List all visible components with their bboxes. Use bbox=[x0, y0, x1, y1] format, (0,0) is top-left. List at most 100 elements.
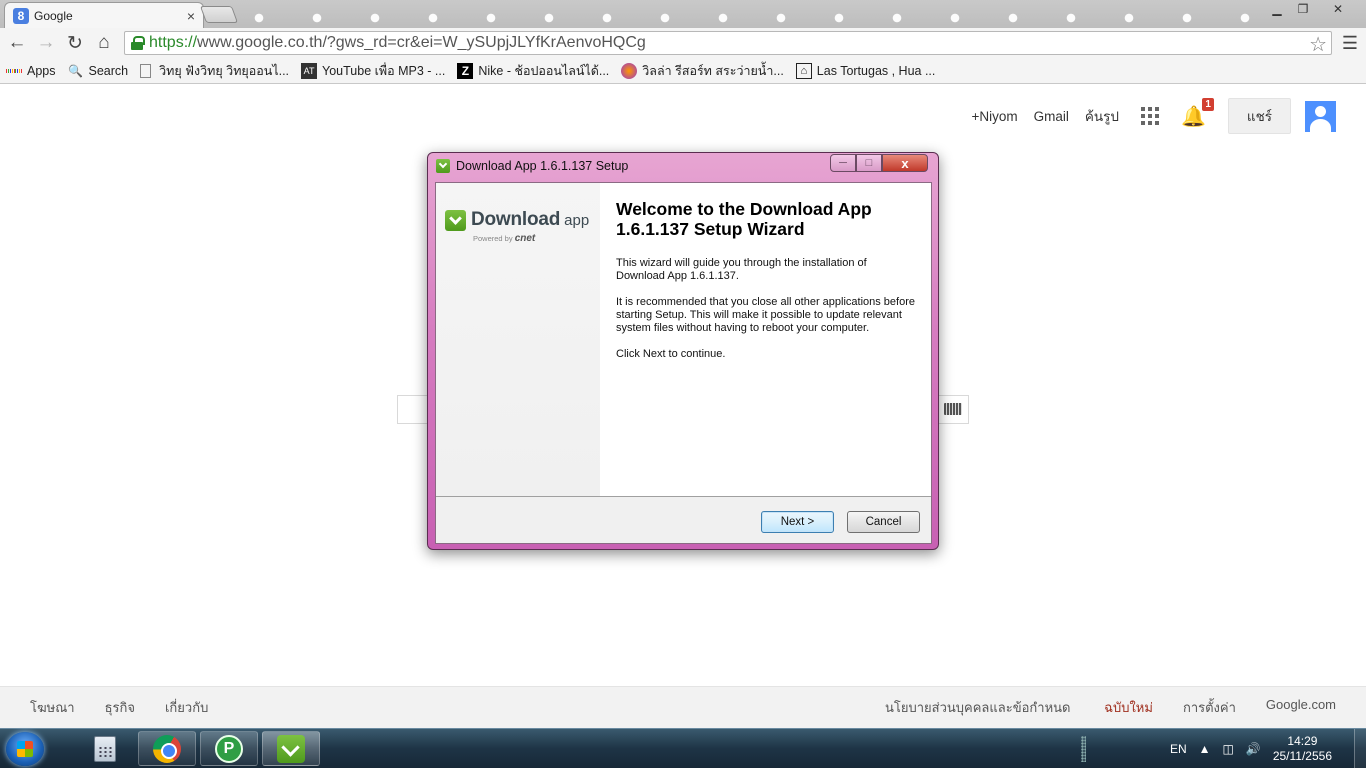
footer-about-link[interactable]: เกี่ยวกับ bbox=[165, 697, 208, 718]
bookmark-search[interactable]: 🔍 Search bbox=[68, 63, 129, 79]
show-desktop-button[interactable] bbox=[1354, 729, 1366, 768]
url-text: www.google.co.th/?gws_rd=cr&ei=W_ySUpjJL… bbox=[197, 34, 646, 51]
bookmark-radio[interactable]: วิทยุ ฟังวิทยุ วิทยุออนไ... bbox=[140, 61, 289, 81]
footer-privacy-text: นโยบายส่วนบุคคลและข้อกำหนด bbox=[884, 700, 1071, 715]
dialog-close-button[interactable]: x bbox=[882, 154, 928, 172]
minimize-window-button[interactable]: ▁ bbox=[1264, 0, 1290, 17]
tab-title: Google bbox=[34, 8, 73, 23]
footer-business-link[interactable]: ธุรกิจ bbox=[105, 697, 135, 718]
google-footer: โฆษณา ธุรกิจ เกี่ยวกับ นโยบายส่วนบุคคลแล… bbox=[0, 686, 1366, 728]
setup-wizard-dialog: Download App 1.6.1.137 Setup ─ □ x Downl… bbox=[427, 152, 939, 550]
tab-close-icon[interactable]: × bbox=[187, 8, 195, 24]
wizard-paragraph-3: Click Next to continue. bbox=[616, 348, 726, 360]
powered-by-text: Powered by bbox=[473, 234, 513, 243]
cnet-brand: cnet bbox=[514, 233, 536, 244]
download-app-icon bbox=[436, 159, 450, 173]
avatar[interactable] bbox=[1305, 100, 1336, 132]
bookmark-apps[interactable]: Apps bbox=[6, 63, 56, 79]
footer-settings-link[interactable]: การตั้งค่า bbox=[1183, 697, 1236, 718]
back-arrow-icon[interactable]: ← bbox=[5, 32, 29, 54]
apps-launcher-icon[interactable] bbox=[1140, 107, 1159, 125]
show-hidden-icons-icon[interactable]: ▲ bbox=[1199, 742, 1211, 756]
bookmark-las-tortugas[interactable]: ⌂ Las Tortugas , Hua ... bbox=[795, 62, 936, 79]
system-tray: EN ▲ ◫ 🔊 14:29 25/11/2556 bbox=[1080, 729, 1366, 768]
home-icon[interactable]: ⌂ bbox=[92, 32, 116, 54]
bookmark-star-icon[interactable]: ☆ bbox=[1309, 32, 1327, 57]
dialog-minimize-button[interactable]: ─ bbox=[830, 154, 856, 172]
dialog-title: Download App 1.6.1.137 Setup bbox=[456, 159, 629, 173]
download-app-taskbar-icon bbox=[277, 734, 305, 763]
next-button[interactable]: Next > bbox=[761, 511, 834, 533]
bookmark-nike[interactable]: Z Nike - ช้อปออนไลน์ได้... bbox=[457, 61, 609, 81]
reload-icon[interactable]: ↻ bbox=[63, 32, 87, 54]
clock-time: 14:29 bbox=[1287, 734, 1318, 748]
network-icon[interactable]: ◫ bbox=[1223, 742, 1234, 756]
bookmark-label: Search bbox=[88, 63, 129, 78]
notifications-bell-icon[interactable]: 🔔 1 bbox=[1181, 97, 1214, 129]
taskbar-download-app[interactable] bbox=[262, 731, 320, 766]
taskbar-chrome[interactable] bbox=[138, 731, 196, 766]
maximize-window-button[interactable]: ❐ bbox=[1290, 0, 1316, 17]
dialog-client-area: Download app Powered by cnet Welcome to … bbox=[435, 182, 932, 544]
bookmark-label: Nike - ช้อปออนไลน์ได้... bbox=[478, 63, 610, 78]
wizard-button-bar: Next > Cancel bbox=[436, 497, 931, 543]
logo-app: app bbox=[564, 211, 590, 229]
footer-privacy-link[interactable]: นโยบายส่วนบุคคลและข้อกำหนด ฉบับใหม่ bbox=[855, 697, 1153, 718]
bookmark-label: วิทยุ ฟังวิทยุ วิทยุออนไ... bbox=[159, 63, 290, 78]
volume-icon[interactable]: 🔊 bbox=[1246, 742, 1261, 756]
bookmark-label: Las Tortugas , Hua ... bbox=[816, 63, 936, 78]
language-indicator[interactable]: EN bbox=[1170, 742, 1187, 756]
wizard-side-panel: Download app Powered by cnet bbox=[436, 183, 600, 496]
bookmark-villa[interactable]: วิลล่า รีสอร์ท สระว่ายน้ำ... bbox=[621, 61, 784, 81]
logo-word: Download bbox=[471, 209, 561, 230]
browser-tab-strip: 8 Google × ▁ ❐ ✕ bbox=[0, 0, 1366, 28]
download-logo-icon bbox=[445, 209, 466, 231]
google-favicon-icon: 8 bbox=[13, 7, 29, 24]
taskbar-calculator[interactable] bbox=[76, 731, 134, 766]
windows-taskbar: P EN ▲ ◫ 🔊 14:29 25/11/2556 bbox=[0, 728, 1366, 768]
start-button[interactable] bbox=[6, 732, 44, 766]
bookmark-youtube-mp3[interactable]: AT YouTube เพื่อ MP3 - ... bbox=[301, 61, 445, 81]
forward-arrow-icon[interactable]: → bbox=[34, 32, 58, 54]
chrome-menu-icon[interactable]: ☰ bbox=[1342, 33, 1358, 54]
zalora-icon: Z bbox=[457, 62, 474, 79]
calculator-icon bbox=[94, 735, 116, 762]
tab-strip-theme-pattern bbox=[230, 13, 1270, 23]
close-window-button[interactable]: ✕ bbox=[1316, 0, 1360, 17]
dialog-maximize-button[interactable]: □ bbox=[856, 154, 882, 172]
powered-by-cnet: Powered by cnet bbox=[473, 233, 535, 244]
footer-advertising-link[interactable]: โฆษณา bbox=[30, 697, 75, 718]
green-app-icon: P bbox=[215, 734, 243, 763]
page-icon bbox=[140, 63, 152, 78]
tray-grip bbox=[1080, 736, 1086, 762]
cancel-button[interactable]: Cancel bbox=[847, 511, 920, 533]
bookmarks-bar: Apps 🔍 Search วิทยุ ฟังวิทยุ วิทยุออนไ..… bbox=[0, 58, 1366, 84]
footer-google-com-link[interactable]: Google.com bbox=[1266, 697, 1336, 718]
tab-google[interactable]: 8 Google × bbox=[4, 2, 204, 28]
gmail-link[interactable]: Gmail bbox=[1034, 109, 1069, 124]
taskbar-green-app[interactable]: P bbox=[200, 731, 258, 766]
footer-new-tag: ฉบับใหม่ bbox=[1104, 700, 1153, 715]
wizard-content: Welcome to the Download App 1.6.1.137 Se… bbox=[616, 199, 916, 374]
chrome-icon bbox=[153, 734, 181, 763]
google-account-bar: +Niyom Gmail ค้นรูป 🔔 1 แชร์ bbox=[955, 97, 1336, 134]
wizard-paragraph-2: It is recommended that you close all oth… bbox=[616, 296, 915, 334]
house-icon: ⌂ bbox=[795, 62, 812, 79]
address-bar[interactable]: https:// www.google.co.th/?gws_rd=cr&ei=… bbox=[124, 31, 1332, 57]
dialog-titlebar: Download App 1.6.1.137 Setup bbox=[436, 159, 628, 173]
bookmark-label: YouTube เพื่อ MP3 - ... bbox=[322, 63, 446, 78]
clock[interactable]: 14:29 25/11/2556 bbox=[1273, 734, 1332, 764]
villa-icon bbox=[621, 62, 638, 79]
wizard-heading: Welcome to the Download App 1.6.1.137 Se… bbox=[616, 199, 872, 239]
youtube-mp3-icon: AT bbox=[301, 62, 318, 79]
share-button[interactable]: แชร์ bbox=[1227, 98, 1291, 134]
lock-icon bbox=[131, 36, 145, 50]
bookmark-label: Apps bbox=[27, 63, 56, 78]
google-plus-link[interactable]: +Niyom bbox=[971, 109, 1017, 124]
window-controls: ▁ ❐ ✕ bbox=[1264, 0, 1360, 17]
new-tab-button[interactable] bbox=[199, 6, 239, 23]
url-scheme: https:// bbox=[149, 34, 198, 51]
images-link[interactable]: ค้นรูป bbox=[1085, 105, 1119, 127]
keyboard-icon[interactable] bbox=[944, 403, 962, 415]
apps-grid-icon bbox=[6, 63, 23, 79]
